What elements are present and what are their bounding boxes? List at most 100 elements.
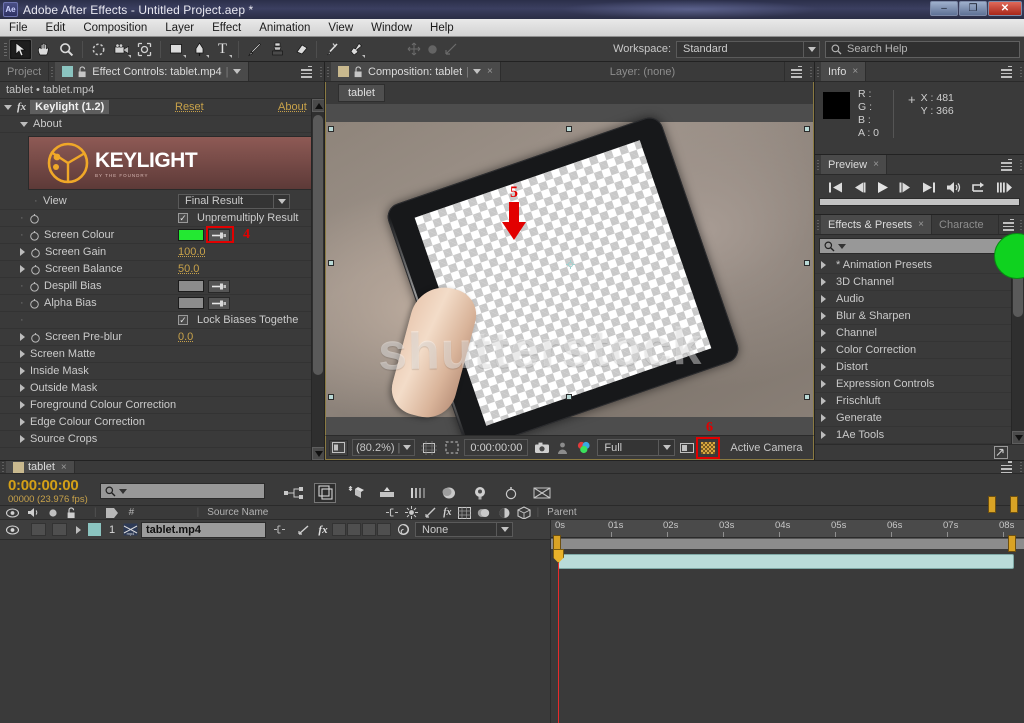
close-icon[interactable]: × [873, 159, 879, 170]
close-icon[interactable]: × [918, 219, 924, 230]
stopwatch-icon[interactable] [29, 230, 40, 241]
effect-header-row[interactable]: fx Keylight (1.2) Reset About [0, 99, 324, 116]
info-panel-menu[interactable] [995, 62, 1018, 81]
eye-icon[interactable] [5, 524, 19, 535]
tools-toolbar[interactable]: T Workspace: Standard Search Help [0, 37, 1024, 62]
menu-layer[interactable]: Layer [156, 19, 203, 37]
previous-frame-icon[interactable] [852, 181, 867, 194]
preview-progress-slider[interactable] [819, 198, 1020, 207]
pen-tool[interactable] [188, 39, 211, 60]
info-tabbar[interactable]: Info × [815, 62, 1024, 82]
chevron-down-icon[interactable] [403, 445, 412, 450]
menu-bar[interactable]: File Edit Composition Layer Effect Anima… [0, 19, 1024, 37]
chevron-right-icon[interactable] [20, 248, 25, 256]
fx-category-3d-channel[interactable]: 3D Channel [815, 274, 1024, 291]
layer-motion-blur-toggle[interactable] [347, 523, 361, 536]
about-group-row[interactable]: About [0, 116, 324, 133]
enable-frame-blending-icon[interactable] [376, 483, 398, 503]
maximize-button[interactable]: ❐ [959, 1, 987, 16]
selection-handle[interactable] [804, 394, 810, 400]
work-area-bar[interactable] [551, 535, 1024, 552]
audio-icon[interactable] [946, 181, 962, 194]
next-frame-icon[interactable] [898, 181, 913, 194]
auto-keyframe-icon[interactable] [500, 483, 522, 503]
chevron-right-icon[interactable] [821, 312, 826, 320]
fx-category-color-correction[interactable]: Color Correction [815, 342, 1024, 359]
brush-tool[interactable] [243, 39, 266, 60]
eyedropper-button[interactable] [208, 279, 230, 293]
unpremultiply-checkbox[interactable]: ✓ [178, 213, 188, 223]
lock-biases-checkbox[interactable]: ✓ [178, 315, 188, 325]
stopwatch-icon[interactable] [29, 298, 40, 309]
timeline-toolrow[interactable]: 0:00:00:00 00000 (23.976 fps) [0, 474, 1024, 513]
menu-help[interactable]: Help [421, 19, 463, 37]
view-select[interactable]: Final Result [178, 193, 290, 209]
column-source-name-header[interactable]: Source Name [199, 507, 379, 518]
close-icon[interactable]: × [852, 66, 858, 77]
chevron-right-icon[interactable] [821, 363, 826, 371]
chevron-right-icon[interactable] [20, 435, 25, 443]
table-row[interactable]: 1 mp4 tablet.mp4 fx None [0, 520, 550, 540]
chevron-right-icon[interactable] [76, 525, 81, 534]
effects-list-scrollbar[interactable] [1011, 257, 1024, 444]
chevron-right-icon[interactable] [20, 265, 25, 273]
menu-effect[interactable]: Effect [203, 19, 250, 37]
param-row-screen-gain[interactable]: Screen Gain 100.0 [0, 244, 324, 261]
composition-panel-menu[interactable] [785, 62, 808, 81]
stopwatch-icon[interactable] [29, 213, 40, 224]
group-row-source-crops[interactable]: Source Crops [0, 431, 324, 448]
chevron-down-icon[interactable] [473, 69, 482, 74]
chevron-down-icon[interactable] [658, 440, 674, 455]
camera-tool[interactable] [110, 39, 133, 60]
chevron-down-icon[interactable] [4, 104, 12, 110]
column-parent-header[interactable]: Parent [539, 507, 576, 518]
3d-layer-icon[interactable] [517, 506, 531, 519]
composition-viewport[interactable]: shutterstock 5 [325, 104, 814, 435]
show-snapshot-icon[interactable] [555, 440, 570, 456]
chevron-right-icon[interactable] [20, 333, 25, 341]
scroll-down-button[interactable] [312, 447, 324, 460]
chevron-down-icon[interactable] [232, 69, 241, 74]
timeline-current-time[interactable]: 0:00:00:00 [8, 477, 100, 494]
grid-guides-button[interactable] [419, 440, 439, 456]
workspace-area[interactable]: Workspace: Standard Search Help [613, 40, 1020, 58]
eyedropper-button[interactable] [208, 296, 230, 310]
timeline-ruler[interactable]: 0s 01s 02s 03s 04s 05s 06s 07s 08s [551, 520, 1024, 538]
chevron-right-icon[interactable] [20, 418, 25, 426]
layer-frame-blend-toggle[interactable] [332, 523, 346, 536]
chevron-right-icon[interactable] [821, 414, 826, 422]
chevron-right-icon[interactable] [821, 397, 826, 405]
param-row-alpha-bias[interactable]: · Alpha Bias [0, 295, 324, 312]
menu-composition[interactable]: Composition [74, 19, 156, 37]
channel-rgb-icon[interactable] [574, 440, 593, 456]
clone-stamp-tool[interactable] [266, 39, 289, 60]
param-row-despill-bias[interactable]: · Despill Bias [0, 278, 324, 295]
chevron-down-icon[interactable] [119, 488, 127, 494]
composition-nav-tabrow[interactable]: tablet [325, 82, 814, 104]
menu-view[interactable]: View [319, 19, 362, 37]
chevron-right-icon[interactable] [821, 261, 826, 269]
group-row-outside-mask[interactable]: Outside Mask [0, 380, 324, 397]
tab-character[interactable]: Characte [932, 215, 999, 234]
preview-transport-controls[interactable] [815, 175, 1024, 194]
menu-file[interactable]: File [0, 19, 37, 37]
shape-tool[interactable] [165, 39, 188, 60]
first-frame-icon[interactable] [828, 181, 843, 194]
chevron-right-icon[interactable] [821, 278, 826, 286]
zoom-tool[interactable] [55, 39, 78, 60]
eraser-tool[interactable] [289, 39, 312, 60]
layer-effects-toggle[interactable]: fx [314, 524, 332, 536]
effect-controls-panel-menu[interactable] [295, 62, 318, 81]
param-row-lock-biases[interactable]: · ✓ Lock Biases Togethe [0, 312, 324, 329]
draft-3d-icon[interactable] [314, 482, 336, 503]
preview-tabbar[interactable]: Preview × [815, 155, 1024, 176]
work-area-end-handle[interactable] [988, 496, 996, 513]
frame-blend-icon[interactable] [457, 506, 471, 519]
graph-editor-icon[interactable] [438, 483, 460, 503]
fx-category-expression-controls[interactable]: Expression Controls [815, 376, 1024, 393]
zoom-level-select[interactable]: (80.2%) | [352, 439, 416, 456]
toggle-transparency-grid-wrapper[interactable] [696, 436, 721, 459]
hand-tool[interactable] [32, 39, 55, 60]
fx-category-distort[interactable]: Distort [815, 359, 1024, 376]
layer-3d-toggle[interactable] [377, 523, 391, 536]
